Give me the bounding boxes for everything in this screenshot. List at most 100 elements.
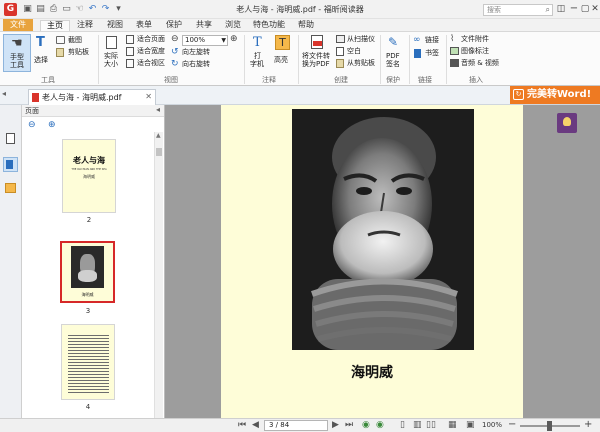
search-box[interactable]: 搜索 ⌕: [483, 4, 553, 16]
zoom-slider-thumb[interactable]: [547, 421, 552, 431]
thumbnail-zoom-out-icon[interactable]: ⊖: [28, 120, 36, 130]
continuous-icon[interactable]: ▥: [413, 419, 422, 431]
thumbnail-subtitle: THE OLD MAN AND THE SEA: [71, 168, 107, 171]
thumbnail-scrollbar[interactable]: ▲: [154, 132, 163, 418]
comments-panel-icon[interactable]: [5, 183, 16, 193]
single-page-icon[interactable]: ▯: [400, 419, 405, 431]
link-button[interactable]: ∞ 链接: [413, 35, 443, 46]
tips-button[interactable]: [557, 113, 577, 133]
fit-width-button[interactable]: 适合宽度: [126, 47, 174, 57]
menu-view[interactable]: 视图: [107, 19, 123, 31]
rotate-right-button[interactable]: ↻ 向右旋转: [171, 59, 221, 70]
search-icon[interactable]: ⌕: [546, 5, 550, 15]
actual-size-button[interactable]: 实际 大小: [102, 35, 122, 71]
zoom-in-button[interactable]: +: [584, 419, 592, 431]
clipboard-button[interactable]: 剪贴板: [56, 48, 96, 58]
fit-page-button[interactable]: 适合页面: [126, 35, 174, 45]
fullscreen-icon[interactable]: ▭: [61, 4, 72, 15]
typewriter-button[interactable]: T 打 字机: [249, 35, 269, 71]
page-number-input[interactable]: 3 / 84: [264, 420, 328, 431]
file-menu-button[interactable]: 文件: [3, 19, 33, 31]
facing-continuous-icon[interactable]: ▦: [448, 419, 457, 431]
print-icon[interactable]: ⎙: [48, 4, 59, 15]
menu-browse[interactable]: 浏览: [225, 19, 241, 31]
search-input[interactable]: 搜索: [487, 5, 501, 15]
from-scanner-button[interactable]: 从扫描仪: [336, 35, 378, 45]
bookmark-panel-icon[interactable]: [6, 133, 15, 144]
image-annotation-button[interactable]: 图像标注: [450, 47, 510, 57]
audio-video-button[interactable]: 音频 & 视频: [450, 59, 510, 69]
status-bar: ⏮ ◀ 3 / 84 ▶ ⏭ ◉ ◉ ▯ ▥ ▯▯ ▦ ▣ 100% − +: [0, 418, 600, 432]
typewriter-icon: T: [253, 35, 262, 50]
save-icon[interactable]: ▤: [35, 4, 46, 15]
hand-icon: ☚: [11, 36, 23, 51]
forward-icon[interactable]: ◉: [376, 419, 384, 431]
last-page-icon[interactable]: ⏭: [345, 419, 353, 431]
convert-file-icon: [311, 35, 323, 49]
thumbnail-page-3[interactable]: 海明威: [60, 241, 115, 303]
first-page-icon[interactable]: ⏮: [238, 419, 246, 431]
close-button[interactable]: ✕: [588, 2, 600, 16]
blank-label: 空白: [347, 47, 361, 55]
zoom-select[interactable]: 100% ▼: [182, 35, 228, 46]
back-icon[interactable]: ◉: [362, 419, 370, 431]
open-icon[interactable]: ▣: [22, 4, 33, 15]
thumbnail-zoom-in-icon[interactable]: ⊕: [48, 120, 56, 130]
fit-page-label: 适合页面: [137, 35, 165, 43]
fit-width-icon: [126, 47, 134, 56]
undo-icon[interactable]: ↶: [87, 4, 98, 15]
close-tab-icon[interactable]: ✕: [145, 92, 152, 101]
menu-form[interactable]: 表单: [136, 19, 152, 31]
menu-comment[interactable]: 注释: [77, 19, 93, 31]
chevron-down-icon[interactable]: ▼: [221, 36, 226, 45]
thumbnail-page-2[interactable]: 老人与海 THE OLD MAN AND THE SEA 海明威: [62, 139, 116, 213]
redo-icon[interactable]: ↷: [100, 4, 111, 15]
group-separator: [244, 35, 245, 84]
zoom-out-icon[interactable]: ⊖: [171, 34, 179, 44]
pdf-sign-button[interactable]: ✎ PDF 签名: [383, 35, 405, 71]
group-separator: [409, 35, 410, 84]
bookmark-button[interactable]: 书签: [413, 49, 443, 59]
document-tab[interactable]: 老人与海 - 海明威.pdf ✕: [28, 89, 156, 105]
hand-tool-button[interactable]: ☚ 手型 工具: [3, 34, 31, 72]
document-view[interactable]: 海明威: [165, 105, 600, 418]
ribbon-options-icon[interactable]: ◫: [554, 2, 568, 16]
select-cursor-icon: T: [36, 35, 45, 50]
file-attachment-button[interactable]: ⌇ 文件附件: [450, 34, 510, 45]
bookmark-label: 书签: [425, 49, 439, 57]
zoom-slider[interactable]: [520, 421, 580, 431]
menu-features[interactable]: 特色功能: [253, 19, 285, 31]
zoom-level[interactable]: 100%: [482, 421, 502, 429]
tab-scroll-left-icon[interactable]: ◂: [2, 89, 6, 98]
pages-panel-icon[interactable]: [3, 157, 18, 172]
zoom-in-icon[interactable]: ⊕: [230, 34, 238, 44]
zoom-out-button[interactable]: −: [508, 419, 516, 431]
collapse-pane-icon[interactable]: ◂: [156, 105, 160, 114]
customize-icon[interactable]: ▾: [113, 4, 124, 15]
fit-visible-button[interactable]: 适合视区: [126, 59, 174, 69]
menu-help[interactable]: 帮助: [298, 19, 314, 31]
pdf-sign-label-2: 签名: [386, 60, 400, 68]
menu-share[interactable]: 共享: [196, 19, 212, 31]
next-page-icon[interactable]: ▶: [332, 419, 339, 431]
promo-banner[interactable]: ↻ 完美转Word!: [510, 86, 600, 104]
menu-protect[interactable]: 保护: [166, 19, 182, 31]
select-button[interactable]: T 选择: [32, 35, 52, 71]
page-settings-icon[interactable]: ▣: [466, 419, 475, 431]
prev-page-icon[interactable]: ◀: [252, 419, 259, 431]
from-clipboard-button[interactable]: 从剪贴板: [336, 59, 378, 69]
convert-to-pdf-button[interactable]: 将文件转 换为PDF: [301, 35, 335, 71]
blank-button[interactable]: 空白: [336, 47, 378, 57]
document-tab-label: 老人与海 - 海明威.pdf: [42, 93, 122, 102]
rotate-left-button[interactable]: ↺ 向左旋转: [171, 47, 221, 58]
paperclip-icon: ⌇: [450, 34, 455, 44]
blank-page-icon: [336, 47, 344, 56]
scroll-thumb[interactable]: [156, 148, 162, 156]
facing-icon[interactable]: ▯▯: [426, 419, 436, 431]
hand-small-icon[interactable]: ☜: [74, 4, 85, 15]
thumbnail-text-block: [68, 333, 109, 395]
screenshot-button[interactable]: 截图: [56, 36, 96, 46]
thumbnail-page-4[interactable]: [61, 324, 115, 400]
scroll-up-icon[interactable]: ▲: [156, 132, 161, 139]
highlight-button[interactable]: T 高亮: [272, 35, 294, 71]
